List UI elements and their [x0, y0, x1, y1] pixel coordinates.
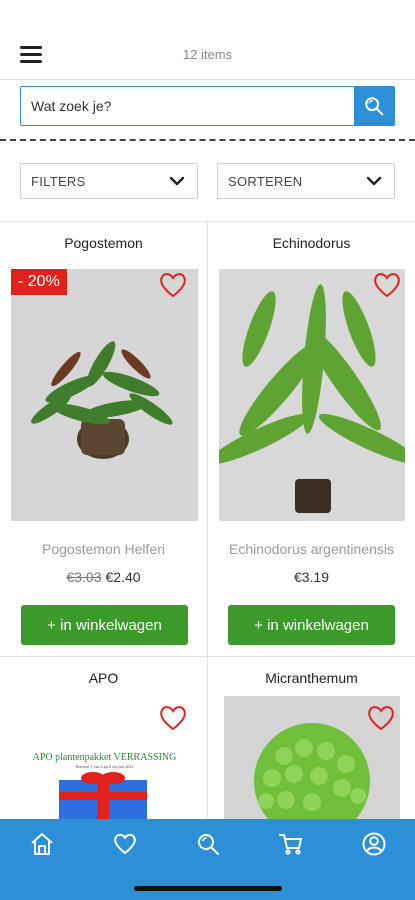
old-price: €3.03 — [66, 569, 102, 585]
product-image[interactable] — [219, 269, 405, 521]
add-to-cart-button[interactable]: + in winkelwagen — [228, 605, 395, 645]
product-image[interactable]: APO plantenpakket VERRASSING Nummer 1 va… — [11, 700, 198, 819]
image-caption: APO plantenpakket VERRASSING — [32, 752, 177, 763]
search-input[interactable] — [21, 87, 354, 125]
current-price: €3.19 — [293, 569, 330, 585]
add-to-cart-button[interactable]: + in winkelwagen — [21, 605, 188, 645]
search-bar — [20, 86, 395, 126]
heart-icon[interactable] — [158, 704, 188, 732]
chevron-down-icon — [169, 176, 185, 186]
cart-icon[interactable] — [278, 831, 304, 857]
heart-icon[interactable] — [372, 271, 402, 299]
product-card[interactable]: Micranthemum — [208, 656, 415, 819]
image-subcaption: Nummer 1 van 4 april t/m juni 2022 — [75, 764, 134, 769]
top-bar: 12 items — [0, 0, 415, 80]
sort-label: SORTEREN — [228, 173, 303, 189]
price: €3.19 — [208, 569, 415, 585]
price: €3.03 €2.40 — [0, 569, 207, 585]
product-title[interactable]: Pogostemon Helferi — [0, 541, 207, 557]
product-category: Echinodorus — [272, 235, 351, 251]
sort-dropdown[interactable]: SORTEREN — [217, 163, 395, 199]
product-card[interactable]: Echinodorus Echinodorus argentinensis €3… — [208, 221, 415, 656]
home-indicator — [134, 886, 282, 891]
sale-badge: - 20% — [11, 269, 67, 295]
product-image[interactable]: - 20% — [11, 269, 198, 521]
product-category: Micranthemum — [265, 670, 358, 686]
product-card[interactable]: APO APO plantenpakket VERRASSING Nummer … — [0, 656, 207, 819]
product-card[interactable]: Pogostemon - 20% Pogostemon Helferi €3.0… — [0, 221, 207, 656]
product-image[interactable] — [224, 696, 400, 819]
product-category: APO — [88, 670, 119, 686]
product-category: Pogostemon — [64, 235, 143, 251]
filters-label: FILTERS — [31, 173, 86, 189]
search-icon — [365, 97, 384, 116]
plant-image — [219, 269, 405, 521]
divider — [0, 139, 415, 141]
account-icon[interactable] — [361, 831, 387, 857]
search-icon[interactable] — [195, 831, 221, 857]
search-button[interactable] — [354, 87, 394, 125]
heart-icon[interactable] — [112, 831, 138, 857]
plant-image — [11, 269, 198, 521]
gift-icon — [59, 772, 147, 819]
product-title[interactable]: Echinodorus argentinensis — [208, 541, 415, 557]
filters-dropdown[interactable]: FILTERS — [20, 163, 198, 199]
item-count: 12 items — [182, 47, 233, 62]
heart-icon[interactable] — [158, 271, 188, 299]
home-icon[interactable] — [29, 831, 55, 857]
current-price: €2.40 — [105, 569, 141, 585]
heart-icon[interactable] — [366, 704, 396, 732]
chevron-down-icon — [366, 176, 382, 186]
